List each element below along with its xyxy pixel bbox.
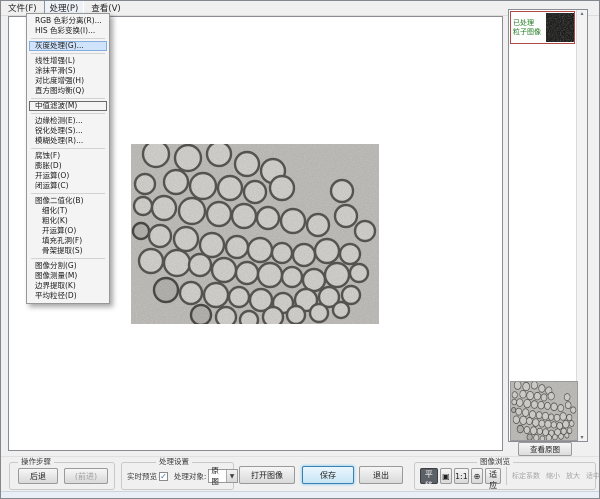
- menu-item-10[interactable]: 中值滤波(M): [29, 101, 107, 111]
- menu-item-14[interactable]: 模糊处理(R)...: [27, 136, 109, 146]
- exit-button[interactable]: 退出: [359, 466, 403, 484]
- view-original-button[interactable]: 查看原图: [518, 442, 572, 456]
- result-item-line1: 已处理: [513, 19, 546, 28]
- panel-scrollbar[interactable]: ▴ ▾: [576, 10, 587, 441]
- target-select[interactable]: 原图 ▼: [208, 469, 238, 483]
- em-image-svg: [131, 144, 379, 324]
- menu-item-21[interactable]: 图像二值化(B): [27, 196, 109, 206]
- menu-item-31[interactable]: 平均粒径(D): [27, 291, 109, 301]
- process-menu-dropdown: RGB 色彩分离(R)...HIS 色彩变换(I)... 灰度处理(G)... 线性…: [26, 13, 110, 304]
- nav-group: 操作步骤 后退 (前进): [9, 462, 115, 490]
- menu-item-13[interactable]: 锐化处理(S)...: [27, 126, 109, 136]
- view-disabled-label-2: 放大: [566, 471, 580, 481]
- save-button[interactable]: 保存: [302, 466, 354, 484]
- menu-item-29[interactable]: 图像测量(M): [27, 271, 109, 281]
- menu-item-0[interactable]: RGB 色彩分离(R)...: [27, 16, 109, 26]
- thumbnail-panel: 已处理 粒子图像 ▴ ▾: [508, 9, 588, 442]
- view-disabled-label-0: 标定系数: [512, 471, 540, 481]
- scroll-up-icon[interactable]: ▴: [580, 10, 583, 17]
- menu-item-22[interactable]: 细化(T): [27, 206, 109, 216]
- target-label: 处理对象:: [174, 471, 207, 482]
- menu-item-23[interactable]: 粗化(K): [27, 216, 109, 226]
- menu-item-26[interactable]: 骨架提取(S): [27, 246, 109, 256]
- result-item-line2: 粒子图像: [513, 28, 546, 37]
- result-thumbnail: [546, 13, 574, 42]
- menu-separator: [31, 38, 105, 39]
- combo-arrow-icon: ▼: [226, 470, 237, 482]
- pan-button[interactable]: 平移: [420, 468, 438, 484]
- bottom-toolbar: 操作步骤 后退 (前进) 处理设置 实时预览 ✓ 处理对象: 原图 ▼ 打开图像…: [1, 456, 599, 492]
- grid-icon[interactable]: ▣: [440, 468, 452, 484]
- live-preview-label: 实时预览: [127, 471, 157, 482]
- live-preview-checkbox[interactable]: ✓: [159, 472, 168, 481]
- zoom-icon[interactable]: ⊕: [471, 468, 483, 484]
- result-list-item-selected[interactable]: 已处理 粒子图像: [510, 11, 575, 44]
- view-group: 图像浏览 平移 ▣ 1:1 ⊕ 适应 标定系数缩小放大适中: [414, 462, 596, 490]
- result-item-text: 已处理 粒子图像: [511, 19, 546, 37]
- em-image[interactable]: [131, 144, 379, 324]
- menu-item-25[interactable]: 填充孔洞(F): [27, 236, 109, 246]
- back-button[interactable]: 后退: [18, 468, 58, 484]
- scroll-down-icon[interactable]: ▾: [580, 434, 583, 441]
- settings-group: 处理设置 实时预览 ✓ 处理对象: 原图 ▼: [121, 462, 234, 490]
- menu-item-19[interactable]: 闭运算(C): [27, 181, 109, 191]
- menu-item-30[interactable]: 边界提取(K): [27, 281, 109, 291]
- menu-item-1[interactable]: HIS 色彩变换(I)...: [27, 26, 109, 36]
- app-window: 文件(F) 处理(P) 查看(V) RGB 色彩分离(R)...HIS 色彩变换…: [0, 0, 600, 499]
- menu-item-5[interactable]: 线性增强(L): [27, 56, 109, 66]
- menu-item-8[interactable]: 直方图均衡(Q): [27, 86, 109, 96]
- forward-button[interactable]: (前进): [64, 468, 108, 484]
- menu-separator: [31, 193, 105, 194]
- toolbar-divider: [506, 467, 507, 485]
- actual-size-button[interactable]: 1:1: [454, 468, 469, 484]
- overview-thumbnail[interactable]: [510, 381, 578, 441]
- menu-separator: [31, 258, 105, 259]
- menu-separator: [31, 113, 105, 114]
- menu-item-24[interactable]: 开运算(O): [27, 226, 109, 236]
- menu-separator: [31, 148, 105, 149]
- menu-item-18[interactable]: 开运算(O): [27, 171, 109, 181]
- view-disabled-label-1: 缩小: [546, 471, 560, 481]
- menu-item-28[interactable]: 图像分割(G): [27, 261, 109, 271]
- menu-item-7[interactable]: 对比度增强(H): [27, 76, 109, 86]
- em-noise-overlay: [131, 144, 379, 324]
- menu-item-17[interactable]: 膨胀(D): [27, 161, 109, 171]
- fit-button[interactable]: 适应: [485, 468, 501, 484]
- menu-separator: [31, 98, 105, 99]
- open-image-button[interactable]: 打开图像: [239, 466, 295, 484]
- menu-separator: [31, 53, 105, 54]
- menu-item-3[interactable]: 灰度处理(G)...: [29, 41, 107, 51]
- menu-item-16[interactable]: 腐蚀(F): [27, 151, 109, 161]
- menu-item-6[interactable]: 涂抹平滑(S): [27, 66, 109, 76]
- menu-item-12[interactable]: 边缘检测(E)...: [27, 116, 109, 126]
- target-select-value: 原图: [209, 465, 226, 487]
- view-disabled-label-3: 适中: [586, 471, 600, 481]
- status-strip: [1, 491, 599, 499]
